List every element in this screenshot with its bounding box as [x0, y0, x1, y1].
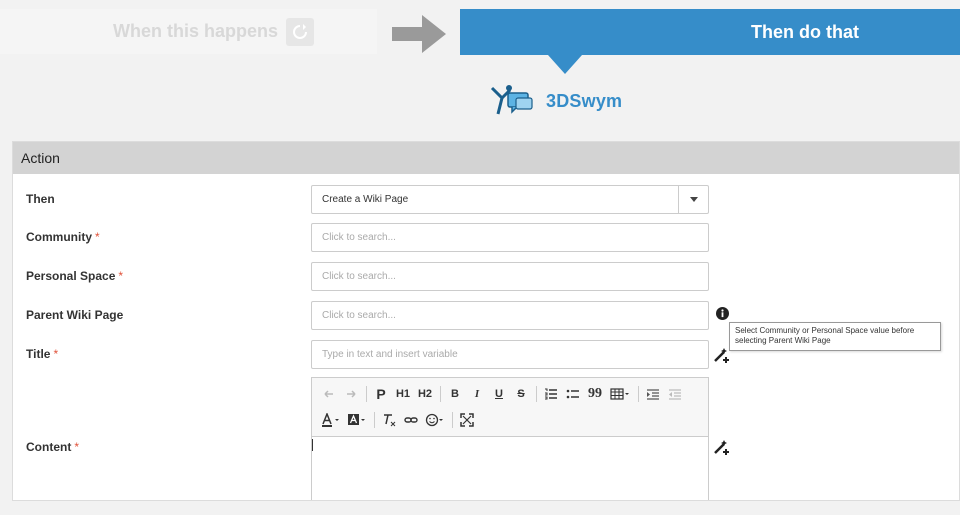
redo-icon[interactable]	[342, 384, 360, 404]
action-step[interactable]: Then do that	[460, 9, 960, 55]
trigger-refresh-icon	[286, 17, 314, 46]
panel-header: Action	[13, 142, 959, 174]
app-logo: 3DSwym	[490, 83, 622, 119]
clear-formatting-icon[interactable]	[380, 410, 398, 430]
toolbar-divider	[536, 386, 537, 402]
underline-button[interactable]: U	[490, 384, 508, 404]
toolbar-divider	[440, 386, 441, 402]
toolbar-row-1: P H1 H2 B I U S 99	[320, 381, 700, 407]
content-editor[interactable]: P H1 H2 B I U S 99	[311, 377, 709, 500]
background-color-icon[interactable]	[346, 410, 368, 430]
bullet-list-icon[interactable]	[564, 384, 582, 404]
trigger-label: When this happens	[112, 21, 278, 41]
text-color-icon[interactable]	[320, 410, 342, 430]
info-icon[interactable]	[716, 307, 729, 320]
editor-content-area[interactable]	[312, 437, 708, 500]
table-icon[interactable]	[608, 384, 632, 404]
fullscreen-icon[interactable]	[458, 410, 476, 430]
required-marker: *	[74, 440, 79, 454]
action-panel: Action Then Create a Wiki Page Community…	[12, 141, 960, 501]
toolbar-divider	[374, 412, 375, 428]
personal-space-label: Personal Space *	[26, 269, 124, 283]
toolbar-divider	[452, 412, 453, 428]
insert-variable-wand-icon[interactable]	[713, 438, 731, 456]
community-input[interactable]: Click to search...	[311, 223, 709, 252]
parent-wiki-page-label: Parent Wiki Page	[26, 308, 124, 322]
app-name: 3DSwym	[546, 90, 623, 111]
action-pointer	[548, 55, 582, 74]
trigger-step[interactable]: When this happens	[0, 9, 377, 54]
text-caret	[312, 439, 313, 451]
arrow-right-icon	[392, 15, 446, 53]
parent-wiki-page-input[interactable]: Click to search...	[311, 301, 709, 330]
personal-space-placeholder: Click to search...	[322, 271, 396, 282]
then-select-toggle[interactable]	[678, 186, 708, 213]
toolbar-divider	[366, 386, 367, 402]
action-label: Then do that	[751, 21, 859, 42]
blockquote-button[interactable]: 99	[586, 384, 604, 404]
swym-logo-icon	[490, 85, 533, 115]
toolbar-divider	[638, 386, 639, 402]
heading-2-button[interactable]: H2	[416, 384, 434, 404]
bold-button[interactable]: B	[446, 384, 464, 404]
content-label: Content *	[26, 440, 79, 454]
required-marker: *	[53, 347, 59, 361]
then-label: Then	[26, 192, 55, 206]
title-input[interactable]: Type in text and insert variable	[311, 340, 709, 369]
title-placeholder: Type in text and insert variable	[322, 349, 458, 360]
outdent-icon[interactable]	[666, 384, 684, 404]
title-label: Title *	[26, 347, 59, 361]
italic-button[interactable]: I	[468, 384, 486, 404]
emoji-icon[interactable]	[424, 410, 446, 430]
community-placeholder: Click to search...	[322, 232, 396, 243]
strikethrough-button[interactable]: S	[512, 384, 530, 404]
required-marker: *	[95, 230, 100, 244]
then-select[interactable]: Create a Wiki Page	[311, 185, 709, 214]
toolbar-row-2	[320, 407, 700, 433]
indent-icon[interactable]	[644, 384, 662, 404]
personal-space-input[interactable]: Click to search...	[311, 262, 709, 291]
link-icon[interactable]	[402, 410, 420, 430]
ordered-list-icon[interactable]	[542, 384, 560, 404]
editor-toolbar: P H1 H2 B I U S 99	[312, 378, 708, 437]
undo-icon[interactable]	[320, 384, 338, 404]
parent-wiki-page-placeholder: Click to search...	[322, 310, 396, 321]
community-label: Community *	[26, 230, 100, 244]
required-marker: *	[118, 269, 124, 283]
then-select-value: Create a Wiki Page	[322, 194, 409, 205]
paragraph-button[interactable]: P	[372, 384, 390, 404]
insert-variable-wand-icon[interactable]	[713, 346, 731, 364]
heading-1-button[interactable]: H1	[394, 384, 412, 404]
chevron-down-icon	[689, 197, 698, 202]
parent-wiki-tooltip: Select Community or Personal Space value…	[729, 322, 941, 351]
